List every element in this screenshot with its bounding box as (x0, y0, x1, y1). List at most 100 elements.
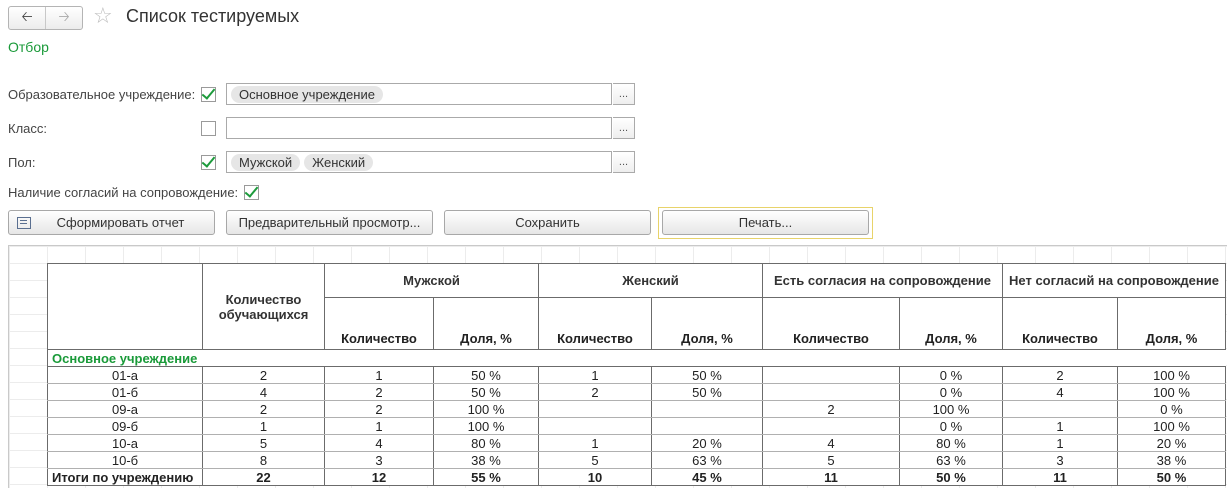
table-cell: 4 (1002, 383, 1118, 401)
total-cell: 55 % (433, 468, 539, 486)
gender-checkbox[interactable] (201, 155, 216, 170)
table-cell: 1 (324, 366, 434, 384)
gender-tag-male[interactable]: Мужской (231, 153, 301, 171)
table-cell: 1 (324, 417, 434, 435)
total-cell: 12 (324, 468, 434, 486)
consent-checkbox[interactable] (244, 185, 259, 200)
class-checkbox[interactable] (201, 121, 216, 136)
table-cell: 100 % (1117, 417, 1226, 435)
table-cell: 50 % (433, 366, 539, 384)
header-female: Женский (538, 263, 763, 298)
table-cell: 20 % (1117, 434, 1226, 452)
total-cell: 50 % (899, 468, 1003, 486)
table-row: 01-а 2 1 50 % 1 50 % 0 % 2 100 % (47, 366, 1226, 384)
table-cell: 2 (324, 400, 434, 418)
header-male-share: Доля, % (433, 297, 539, 350)
institution-field[interactable]: Основное учреждение (226, 83, 612, 105)
class-field[interactable] (226, 117, 612, 139)
table-cell (762, 366, 900, 384)
header-female-count: Количество (538, 297, 652, 350)
table-row: 10-а 5 4 80 % 1 20 % 4 80 % 1 20 % (47, 434, 1226, 452)
table-cell: 80 % (899, 434, 1003, 452)
institution-tag[interactable]: Основное учреждение (231, 85, 383, 103)
table-cell: 1 (538, 434, 652, 452)
table-cell: 2 (202, 366, 325, 384)
table-row: 09-а 2 2 100 % 2 100 % 0 % (47, 400, 1226, 418)
table-cell: 50 % (433, 383, 539, 401)
table-cell: 2 (762, 400, 900, 418)
report-spreadsheet[interactable]: Количество обучающихся Мужской Женский Е… (8, 245, 1227, 488)
table-cell: 50 % (651, 383, 763, 401)
header-male-count: Количество (324, 297, 434, 350)
institution-select-button[interactable]: ... (613, 83, 635, 105)
table-cell: 10-б (47, 451, 203, 469)
table-cell: 8 (202, 451, 325, 469)
table-cell: 2 (1002, 366, 1118, 384)
table-cell: 01-а (47, 366, 203, 384)
class-select-button[interactable]: ... (613, 117, 635, 139)
table-cell: 80 % (433, 434, 539, 452)
header-empty-cell (47, 263, 203, 350)
table-cell: 1 (1002, 417, 1118, 435)
institution-label: Образовательное учреждение: (8, 87, 196, 102)
group-row-institution: Основное учреждение (47, 349, 1226, 367)
table-cell: 1 (538, 366, 652, 384)
table-cell (538, 417, 652, 435)
table-cell: 3 (1002, 451, 1118, 469)
header-consent-no-share: Доля, % (1117, 297, 1226, 350)
table-cell: 01-б (47, 383, 203, 401)
table-cell: 5 (538, 451, 652, 469)
table-cell: 100 % (433, 417, 539, 435)
table-cell: 4 (324, 434, 434, 452)
forward-arrow-icon[interactable]: 🡢 (45, 7, 82, 29)
table-cell: 63 % (651, 451, 763, 469)
table-cell (762, 417, 900, 435)
table-cell: 0 % (899, 417, 1003, 435)
page-title: Список тестируемых (126, 6, 300, 26)
header-consent-yes-count: Количество (762, 297, 900, 350)
navigation-buttons: 🡠 🡢 (8, 6, 83, 30)
save-button[interactable]: Сохранить (444, 210, 651, 235)
generate-report-label: Сформировать отчет (56, 215, 185, 230)
header-consent-no-count: Количество (1002, 297, 1118, 350)
table-cell (651, 400, 763, 418)
institution-checkbox[interactable] (201, 87, 216, 102)
table-cell: 100 % (1117, 366, 1226, 384)
table-cell: 1 (202, 417, 325, 435)
gender-tag-female[interactable]: Женский (304, 153, 374, 171)
class-label: Класс: (8, 121, 47, 136)
header-male: Мужской (324, 263, 539, 298)
back-arrow-icon[interactable]: 🡠 (9, 7, 45, 29)
table-cell: 0 % (899, 366, 1003, 384)
total-label: Итоги по учреждению (47, 468, 203, 486)
table-cell: 4 (202, 383, 325, 401)
table-cell: 1 (1002, 434, 1118, 452)
table-cell: 50 % (651, 366, 763, 384)
consent-label: Наличие согласий на сопровождение: (8, 185, 239, 200)
favorite-star-icon[interactable]: ☆ (93, 4, 113, 28)
total-cell: 50 % (1117, 468, 1226, 486)
table-cell: 2 (324, 383, 434, 401)
table-cell: 0 % (899, 383, 1003, 401)
table-cell: 4 (762, 434, 900, 452)
table-cell: 3 (324, 451, 434, 469)
gender-field[interactable]: Мужской Женский (226, 151, 612, 173)
gender-label: Пол: (8, 155, 36, 170)
table-cell: 0 % (1117, 400, 1226, 418)
table-cell: 38 % (1117, 451, 1226, 469)
filter-link[interactable]: Отбор (8, 39, 49, 55)
gender-select-button[interactable]: ... (613, 151, 635, 173)
print-button[interactable]: Печать... (662, 210, 869, 235)
table-cell (538, 400, 652, 418)
table-cell (762, 383, 900, 401)
generate-report-button[interactable]: Сформировать отчет (8, 210, 215, 235)
table-cell: 100 % (433, 400, 539, 418)
table-cell: 100 % (1117, 383, 1226, 401)
table-cell: 63 % (899, 451, 1003, 469)
table-cell: 5 (202, 434, 325, 452)
header-students-count: Количество обучающихся (202, 263, 325, 350)
preview-button[interactable]: Предварительный просмотр... (226, 210, 433, 235)
header-consent-yes-share: Доля, % (899, 297, 1003, 350)
header-female-share: Доля, % (651, 297, 763, 350)
table-row: 10-б 8 3 38 % 5 63 % 5 63 % 3 38 % (47, 451, 1226, 469)
